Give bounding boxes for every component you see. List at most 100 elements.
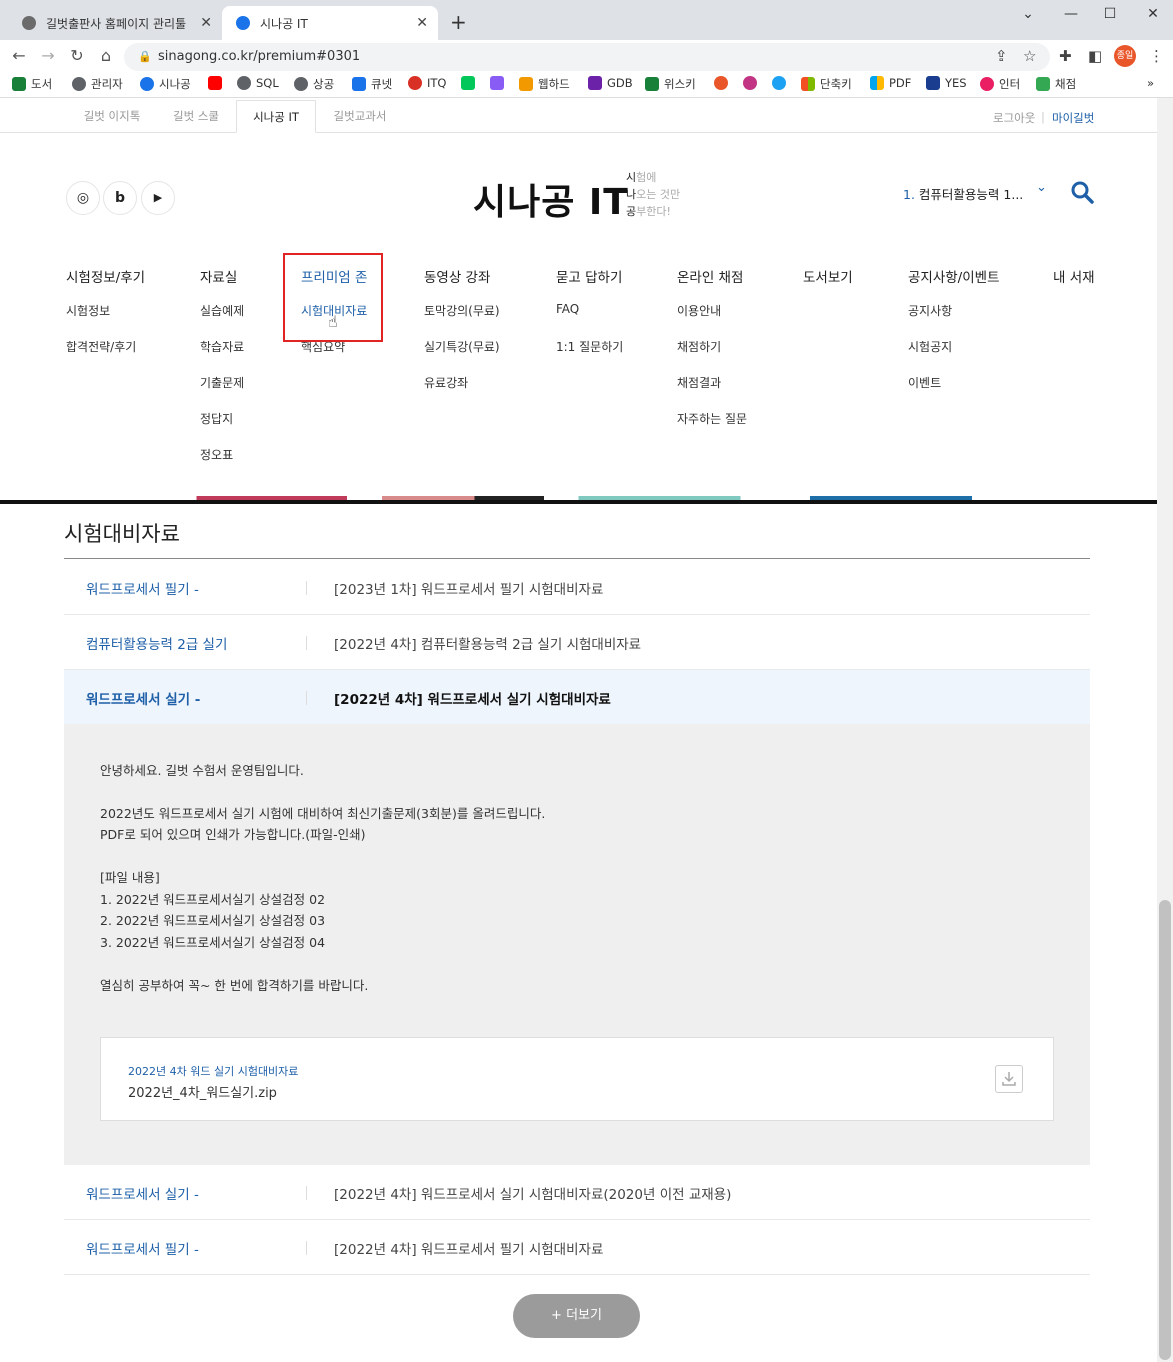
bookmark-folder[interactable]: 웹하드 [519,76,570,92]
bookmark-item[interactable]: 큐넷 [352,76,392,92]
file-label: 2022년 4차 워드 실기 시험대비자료 [128,1065,299,1078]
new-tab-button[interactable]: + [450,10,467,34]
bookmark-item[interactable]: YES [926,76,967,90]
bookmark-more-icon[interactable]: » [1147,76,1154,90]
bookmark-star-icon[interactable]: ☆ [1023,47,1036,65]
bookmark-item[interactable]: 위스키 [645,76,696,92]
menu-heading[interactable]: 내 서재 [1053,266,1095,286]
menu-heading[interactable]: 온라인 채점 [677,266,747,286]
menu-item[interactable]: 정답지 [200,410,244,430]
bookmark-item[interactable]: 시나공 [140,76,191,92]
divider: | [1041,110,1045,124]
chevron-down-icon[interactable]: ⌄ [1036,180,1047,195]
menu-heading[interactable]: 동영상 강좌 [424,266,500,286]
reload-icon[interactable]: ↻ [66,45,88,67]
tab-gilbut-textbook[interactable]: 길벗교과서 [320,100,400,133]
menu-heading[interactable]: 도서보기 [803,266,853,286]
menu-column-resources: 자료실 실습예제 학습자료 기출문제 정답지 정오표 [200,266,244,466]
menu-item[interactable]: 이용안내 [677,302,747,322]
blog-icon[interactable]: b [103,181,137,215]
instagram-icon[interactable]: ◎ [66,181,100,215]
bookmark-item[interactable] [490,76,509,90]
forward-icon[interactable]: → [37,45,59,67]
item-category: 워드프로세서 실기 - [86,692,201,708]
tab-search-icon[interactable]: ⌄ [1013,6,1043,22]
menu-item[interactable]: FAQ [556,302,623,322]
menu-item[interactable]: 시험정보 [66,302,145,322]
bookmark-item[interactable]: ITQ [408,76,446,90]
youtube-icon[interactable]: ▶ [141,181,175,215]
item-title: [2022년 4차] 워드프로세서 실기 시험대비자료 [334,692,611,708]
home-icon[interactable]: ⌂ [95,45,117,67]
menu-heading[interactable]: 자료실 [200,266,244,286]
logout-link[interactable]: 로그아웃 [993,110,1035,126]
list-item[interactable]: 워드프로세서 필기 - [2023년 1차] 워드프로세서 필기 시험대비자료 [64,560,1090,615]
instagram-bookmark[interactable] [743,76,762,90]
bookmark-item[interactable]: 인터 [980,76,1020,92]
load-more-button[interactable]: + 더보기 [513,1294,640,1338]
bookmark-item[interactable]: 단축키 [801,76,852,92]
menu-item[interactable]: 시험공지 [908,338,1000,358]
tab-close-icon[interactable]: ✕ [416,15,428,31]
menu-item[interactable]: 채점결과 [677,374,747,394]
back-icon[interactable]: ← [8,45,30,67]
menu-heading[interactable]: 공지사항/이벤트 [908,266,1000,286]
bookmark-item[interactable]: 관리자 [72,76,123,92]
bookmark-item[interactable]: GDB [588,76,633,90]
minimize-button[interactable]: — [1056,6,1086,22]
menu-item[interactable]: 1:1 질문하기 [556,338,623,358]
menu-item[interactable]: 기출문제 [200,374,244,394]
address-bar[interactable]: 🔒 sinagong.co.kr/premium#0301 [124,43,1050,71]
tab-sinagong-it[interactable]: 시나공 IT [236,100,316,133]
list-item[interactable]: 컴퓨터활용능력 2급 실기 [2022년 4차] 컴퓨터활용능력 2급 실기 시… [64,615,1090,670]
site-logo[interactable]: 시나공 IT [473,173,629,225]
window-close-button[interactable]: ✕ [1138,6,1168,22]
scrollbar-thumb[interactable] [1159,900,1171,1360]
menu-item[interactable]: 실습예제 [200,302,244,322]
tab-gilbut-eztok[interactable]: 길벗 이지톡 [72,100,152,133]
search-icon[interactable] [1070,180,1094,208]
bookmark-item[interactable] [714,76,733,90]
course-selector[interactable]: 1. 컴퓨터활용능력 1... [903,184,1023,203]
tab-close-icon[interactable]: ✕ [200,15,212,31]
profile-avatar[interactable]: 종일 [1114,45,1136,67]
mypage-link[interactable]: 마이길벗 [1052,110,1094,126]
bookmark-item[interactable]: 채점 [1036,76,1076,92]
bookmark-item[interactable]: 도서 [12,76,52,92]
youtube-bookmark[interactable] [208,76,227,90]
menu-item[interactable]: 실기특강(무료) [424,338,500,358]
bookmark-item[interactable] [772,76,791,90]
menu-item[interactable]: 유료강좌 [424,374,500,394]
maximize-button[interactable]: ☐ [1095,6,1125,22]
file-attachment[interactable]: 2022년 4차 워드 실기 시험대비자료 2022년_4차_워드실기.zip [100,1037,1054,1121]
browser-tab-admin[interactable]: 길벗출판사 홈페이지 관리툴 ✕ [8,6,222,40]
bookmark-item[interactable]: PDF [870,76,911,90]
list-item-expanded[interactable]: 워드프로세서 실기 - [2022년 4차] 워드프로세서 실기 시험대비자료 [64,670,1090,725]
menu-item[interactable]: 학습자료 [200,338,244,358]
tab-gilbut-school[interactable]: 길벗 스쿨 [157,100,235,133]
menu-item[interactable]: 이벤트 [908,374,1000,394]
extensions-icon[interactable]: ✚ [1059,47,1072,65]
menu-heading[interactable]: 시험정보/후기 [66,266,145,286]
bookmark-item[interactable]: SQL [237,76,279,90]
menu-column-exam-info: 시험정보/후기 시험정보 합격전략/후기 [66,266,145,358]
menu-kebab-icon[interactable]: ⋮ [1149,47,1164,65]
list-item[interactable]: 워드프로세서 실기 - [2022년 4차] 워드프로세서 실기 시험대비자료(… [64,1165,1090,1220]
menu-item[interactable]: 토막강의(무료) [424,302,500,322]
menu-heading[interactable]: 묻고 답하기 [556,266,623,286]
naver-bookmark[interactable] [461,76,480,90]
menu-item[interactable]: 정오표 [200,446,244,466]
menu-item[interactable]: 자주하는 질문 [677,410,747,430]
menu-item[interactable]: 채점하기 [677,338,747,358]
menu-item[interactable]: 합격전략/후기 [66,338,145,358]
bookmark-item[interactable]: 상공 [294,76,334,92]
divider [306,636,307,650]
slogan-line: 나오는 것만 [626,188,681,201]
item-detail-panel: 안녕하세요. 길벗 수험서 운영팀입니다. 2022년도 워드프로세서 실기 시… [64,724,1090,1165]
side-panel-icon[interactable]: ◧ [1088,47,1102,65]
download-icon[interactable] [995,1065,1023,1093]
list-item[interactable]: 워드프로세서 필기 - [2022년 4차] 워드프로세서 필기 시험대비자료 [64,1220,1090,1275]
browser-tab-sinagong[interactable]: 시나공 IT ✕ [222,6,438,40]
menu-item[interactable]: 공지사항 [908,302,1000,322]
share-icon[interactable]: ⇪ [995,47,1008,65]
